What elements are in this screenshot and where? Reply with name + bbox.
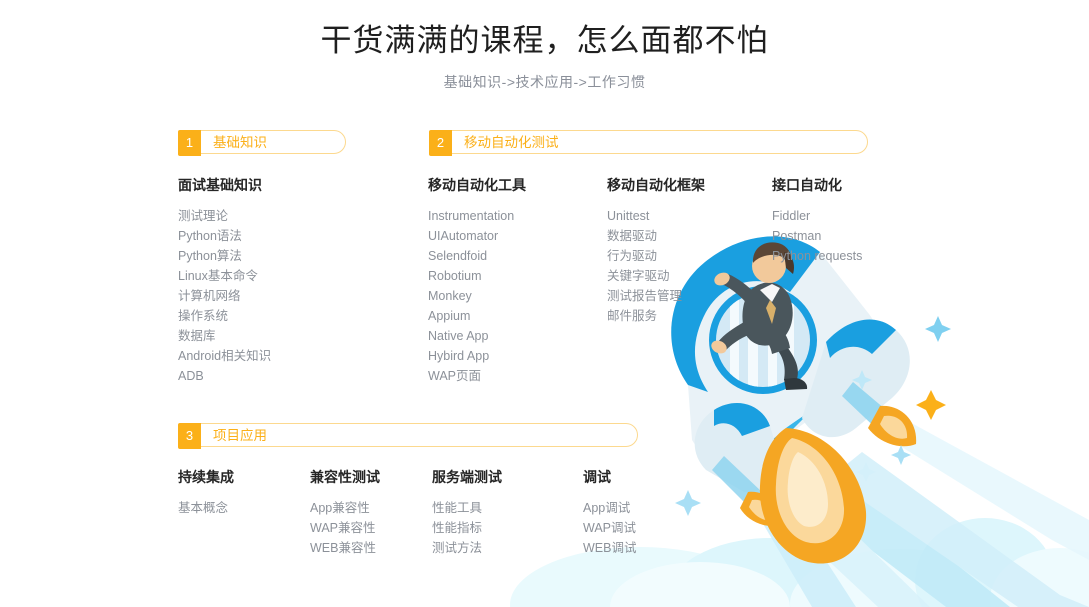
column-title: 调试 [583,469,611,485]
rocket-booster-right [802,319,917,447]
section-pill-3[interactable]: 3 项目应用 [178,423,638,449]
column-items: App调试 WAP调试 WEB调试 [583,498,636,558]
list-item[interactable]: 测试报告管理 [607,286,705,306]
list-item[interactable]: 数据库 [178,326,271,346]
list-item[interactable]: 操作系统 [178,306,271,326]
list-item[interactable]: WEB兼容性 [310,538,380,558]
column-mobile-automation-tools: 移动自动化工具 Instrumentation UIAutomator Sele… [428,177,526,386]
list-item[interactable]: UIAutomator [428,226,526,246]
list-item[interactable]: Appium [428,306,526,326]
list-item[interactable]: WAP页面 [428,366,526,386]
section-label-3: 项目应用 [213,428,267,443]
section-number-1: 1 [178,130,201,156]
column-items: Unittest 数据驱动 行为驱动 关键字驱动 测试报告管理 邮件服务 [607,206,705,326]
column-items: 基本概念 [178,498,234,518]
list-item[interactable]: Selendfoid [428,246,526,266]
rocket-flame [759,428,867,564]
list-item[interactable]: Android相关知识 [178,346,271,366]
list-item[interactable]: 基本概念 [178,498,234,518]
list-item[interactable]: Unittest [607,206,705,226]
column-debugging: 调试 App调试 WAP调试 WEB调试 [583,469,636,558]
list-item[interactable]: 测试理论 [178,206,271,226]
list-item[interactable]: WAP调试 [583,518,636,538]
list-item[interactable]: 性能指标 [432,518,502,538]
list-item[interactable]: Instrumentation [428,206,526,226]
exhaust-trail [762,420,1089,607]
column-api-automation: 接口自动化 Fiddler Postman Python requests [772,177,862,266]
list-item[interactable]: Fiddler [772,206,862,226]
list-item[interactable]: Hybird App [428,346,526,366]
column-title: 面试基础知识 [178,177,262,193]
column-items: 测试理论 Python语法 Python算法 Linux基本命令 计算机网络 操… [178,206,271,386]
list-item[interactable]: Python算法 [178,246,271,266]
column-continuous-integration: 持续集成 基本概念 [178,469,234,518]
column-items: 性能工具 性能指标 测试方法 [432,498,502,558]
page-title: 干货满满的课程，怎么面都不怕 [320,23,769,58]
page-subtitle: 基础知识->技术应用->工作习惯 [443,74,646,90]
list-item[interactable]: 测试方法 [432,538,502,558]
column-interview-basics: 面试基础知识 测试理论 Python语法 Python算法 Linux基本命令 … [178,177,271,386]
list-item[interactable]: App调试 [583,498,636,518]
list-item[interactable]: 关键字驱动 [607,266,705,286]
column-title: 服务端测试 [432,469,502,485]
column-title: 移动自动化框架 [607,177,705,193]
page-root: 干货满满的课程，怎么面都不怕 基础知识->技术应用->工作习惯 1 基础知识 2… [0,0,1089,607]
column-items: App兼容性 WAP兼容性 WEB兼容性 [310,498,380,558]
list-item[interactable]: Postman [772,226,862,246]
list-item[interactable]: Native App [428,326,526,346]
list-item[interactable]: App兼容性 [310,498,380,518]
list-item[interactable]: 计算机网络 [178,286,271,306]
column-items: Fiddler Postman Python requests [772,206,862,266]
section-label-1: 基础知识 [213,135,267,150]
section-pill-1[interactable]: 1 基础知识 [178,130,346,156]
column-items: Instrumentation UIAutomator Selendfoid R… [428,206,526,386]
list-item[interactable]: 数据驱动 [607,226,705,246]
column-mobile-automation-framework: 移动自动化框架 Unittest 数据驱动 行为驱动 关键字驱动 测试报告管理 … [607,177,705,326]
sparkle-group [675,316,951,516]
column-compatibility-testing: 兼容性测试 App兼容性 WAP兼容性 WEB兼容性 [310,469,380,558]
section-pill-2[interactable]: 2 移动自动化测试 [429,130,868,156]
list-item[interactable]: 性能工具 [432,498,502,518]
list-item[interactable]: ADB [178,366,271,386]
section-label-2: 移动自动化测试 [464,135,559,150]
column-server-testing: 服务端测试 性能工具 性能指标 测试方法 [432,469,502,558]
column-title: 持续集成 [178,469,234,485]
list-item[interactable]: Robotium [428,266,526,286]
section-number-3: 3 [178,423,201,449]
list-item[interactable]: 邮件服务 [607,306,705,326]
column-title: 移动自动化工具 [428,177,526,193]
column-title: 兼容性测试 [310,469,380,485]
list-item[interactable]: Python requests [772,246,862,266]
list-item[interactable]: WAP兼容性 [310,518,380,538]
list-item[interactable]: Monkey [428,286,526,306]
list-item[interactable]: Python语法 [178,226,271,246]
rocket-booster-left [694,403,782,527]
section-number-2: 2 [429,130,452,156]
list-item[interactable]: 行为驱动 [607,246,705,266]
column-title: 接口自动化 [772,177,842,193]
list-item[interactable]: WEB调试 [583,538,636,558]
list-item[interactable]: Linux基本命令 [178,266,271,286]
